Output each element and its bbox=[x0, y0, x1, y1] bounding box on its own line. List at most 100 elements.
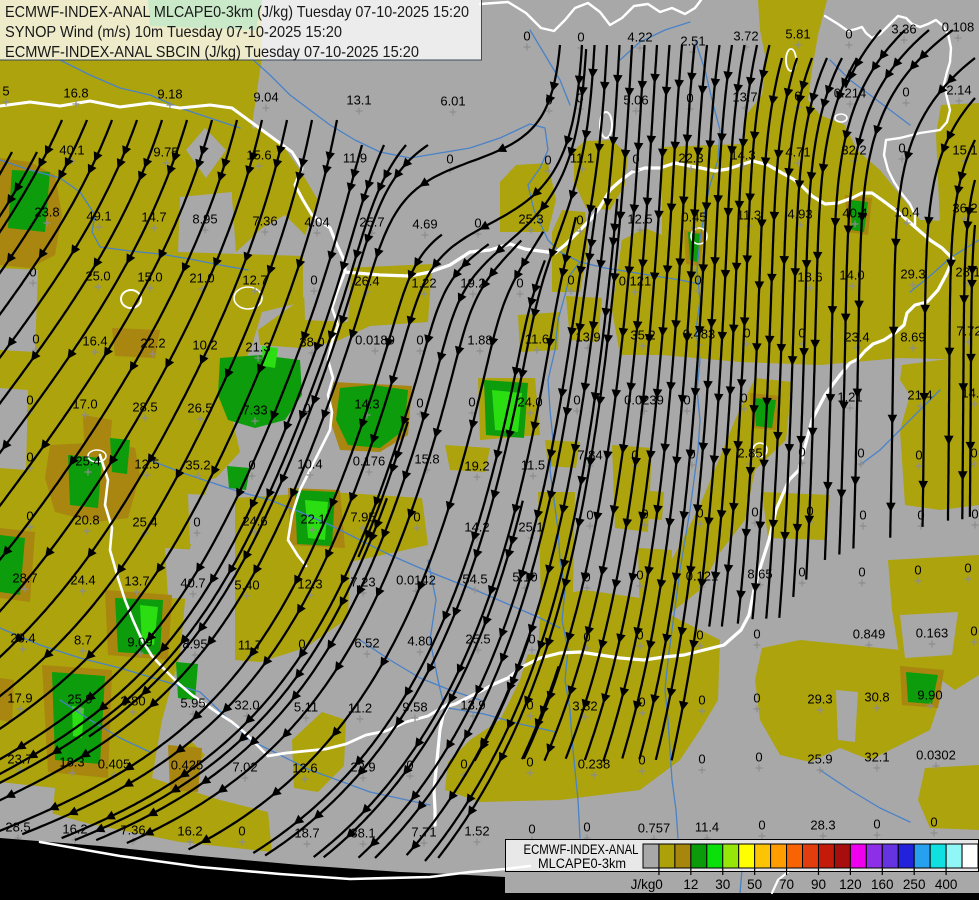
svg-text:0: 0 bbox=[758, 818, 765, 833]
svg-text:32.0: 32.0 bbox=[234, 698, 259, 713]
svg-text:0: 0 bbox=[859, 508, 866, 523]
svg-text:0: 0 bbox=[798, 565, 805, 580]
svg-text:25.4: 25.4 bbox=[75, 454, 100, 469]
svg-text:25.1: 25.1 bbox=[518, 520, 543, 535]
svg-text:1.88: 1.88 bbox=[467, 333, 492, 348]
svg-text:0: 0 bbox=[636, 568, 643, 583]
svg-text:0.0302: 0.0302 bbox=[916, 748, 956, 763]
svg-text:7.72: 7.72 bbox=[956, 324, 979, 339]
svg-text:ECMWF-INDEX-ANAL: ECMWF-INDEX-ANAL bbox=[524, 842, 639, 857]
svg-text:5: 5 bbox=[2, 84, 9, 99]
svg-text:29.3: 29.3 bbox=[900, 267, 925, 282]
svg-text:5.95: 5.95 bbox=[180, 696, 205, 711]
svg-text:0: 0 bbox=[753, 691, 760, 706]
svg-text:4.04: 4.04 bbox=[304, 215, 329, 230]
svg-text:9.04: 9.04 bbox=[253, 90, 278, 105]
svg-text:0.849: 0.849 bbox=[853, 627, 886, 642]
svg-text:1.52: 1.52 bbox=[464, 824, 489, 839]
svg-text:4.80: 4.80 bbox=[407, 634, 432, 649]
svg-text:8.7: 8.7 bbox=[74, 633, 92, 648]
svg-text:0: 0 bbox=[446, 152, 453, 167]
svg-text:0.176: 0.176 bbox=[353, 454, 386, 469]
svg-text:0: 0 bbox=[696, 628, 703, 643]
svg-text:0: 0 bbox=[873, 817, 880, 832]
svg-text:0: 0 bbox=[964, 561, 971, 576]
svg-text:2.14: 2.14 bbox=[946, 83, 971, 98]
svg-text:0: 0 bbox=[416, 396, 423, 411]
svg-text:6.01: 6.01 bbox=[440, 94, 465, 109]
svg-text:0: 0 bbox=[915, 448, 922, 463]
svg-text:0: 0 bbox=[310, 273, 317, 288]
svg-text:70: 70 bbox=[779, 877, 794, 892]
svg-text:0: 0 bbox=[914, 563, 921, 578]
svg-text:3.36: 3.36 bbox=[891, 22, 916, 37]
svg-text:0: 0 bbox=[526, 755, 533, 770]
svg-text:0: 0 bbox=[416, 333, 423, 348]
svg-text:22.1: 22.1 bbox=[300, 512, 325, 527]
svg-text:0: 0 bbox=[577, 30, 584, 45]
svg-text:0: 0 bbox=[576, 213, 583, 228]
svg-text:5.81: 5.81 bbox=[785, 27, 810, 42]
svg-text:7.71: 7.71 bbox=[411, 825, 436, 840]
svg-text:0: 0 bbox=[751, 505, 758, 520]
svg-text:400: 400 bbox=[935, 877, 958, 892]
svg-text:18.6: 18.6 bbox=[797, 270, 822, 285]
svg-text:25.3: 25.3 bbox=[518, 212, 543, 227]
svg-text:32.2: 32.2 bbox=[841, 143, 866, 158]
svg-text:0.238: 0.238 bbox=[578, 757, 611, 772]
svg-text:0.757: 0.757 bbox=[638, 821, 671, 836]
svg-text:0: 0 bbox=[755, 750, 762, 765]
svg-text:SYNOP Wind (m/s) 10m Tuesday 0: SYNOP Wind (m/s) 10m Tuesday 07-10-2025 … bbox=[5, 24, 342, 41]
svg-text:0: 0 bbox=[468, 395, 475, 410]
svg-text:4.69: 4.69 bbox=[412, 217, 437, 232]
svg-text:23.8: 23.8 bbox=[34, 205, 59, 220]
svg-text:8.69: 8.69 bbox=[900, 330, 925, 345]
svg-text:11.9: 11.9 bbox=[343, 151, 367, 166]
svg-text:0: 0 bbox=[753, 627, 760, 642]
svg-text:0: 0 bbox=[32, 332, 39, 347]
svg-text:0: 0 bbox=[655, 877, 663, 892]
svg-text:0.163: 0.163 bbox=[916, 626, 949, 641]
svg-text:16.4: 16.4 bbox=[82, 334, 107, 349]
svg-text:0: 0 bbox=[567, 273, 574, 288]
svg-text:50: 50 bbox=[747, 877, 762, 892]
svg-text:0: 0 bbox=[694, 273, 701, 288]
svg-text:29.3: 29.3 bbox=[807, 692, 832, 707]
svg-text:0: 0 bbox=[26, 393, 33, 408]
svg-text:0.108: 0.108 bbox=[942, 20, 975, 35]
svg-text:32.1: 32.1 bbox=[864, 750, 889, 765]
svg-text:20.8: 20.8 bbox=[74, 513, 99, 528]
svg-text:MLCAPE0-3km: MLCAPE0-3km bbox=[538, 856, 626, 871]
svg-text:0: 0 bbox=[528, 822, 535, 837]
svg-text:23.4: 23.4 bbox=[844, 330, 869, 345]
svg-text:120: 120 bbox=[839, 877, 862, 892]
svg-text:9.90: 9.90 bbox=[917, 688, 942, 703]
svg-text:0: 0 bbox=[698, 752, 705, 767]
svg-text:16.2: 16.2 bbox=[177, 824, 202, 839]
svg-text:0: 0 bbox=[698, 693, 705, 708]
svg-text:16.8: 16.8 bbox=[63, 86, 88, 101]
svg-text:0: 0 bbox=[544, 153, 551, 168]
svg-text:30.8: 30.8 bbox=[864, 690, 889, 705]
svg-text:12: 12 bbox=[683, 877, 698, 892]
svg-text:ECMWF-INDEX-ANAL MLCAPE0-3km (: ECMWF-INDEX-ANAL MLCAPE0-3km (J/kg) Tues… bbox=[5, 4, 469, 21]
svg-text:3.72: 3.72 bbox=[733, 29, 758, 44]
svg-text:ECMWF-INDEX-ANAL SBCIN (J/kg): ECMWF-INDEX-ANAL SBCIN (J/kg) Tuesday 07… bbox=[5, 44, 419, 61]
svg-text:12.5: 12.5 bbox=[627, 212, 652, 227]
svg-text:11.4: 11.4 bbox=[695, 820, 719, 835]
svg-text:30: 30 bbox=[715, 877, 730, 892]
svg-text:21.4: 21.4 bbox=[907, 388, 932, 403]
svg-text:0.121: 0.121 bbox=[619, 274, 652, 289]
svg-text:2.51: 2.51 bbox=[680, 34, 705, 49]
svg-text:160: 160 bbox=[871, 877, 894, 892]
svg-text:0: 0 bbox=[858, 565, 865, 580]
svg-text:10.2: 10.2 bbox=[192, 338, 217, 353]
svg-text:0: 0 bbox=[971, 507, 978, 522]
svg-text:2.85: 2.85 bbox=[737, 446, 762, 461]
svg-text:90: 90 bbox=[811, 877, 826, 892]
svg-text:28.3: 28.3 bbox=[810, 818, 835, 833]
svg-text:J/kg: J/kg bbox=[631, 877, 656, 892]
svg-text:7.33: 7.33 bbox=[242, 403, 267, 418]
svg-text:5.06: 5.06 bbox=[623, 93, 648, 108]
svg-text:0.0142: 0.0142 bbox=[396, 573, 436, 588]
